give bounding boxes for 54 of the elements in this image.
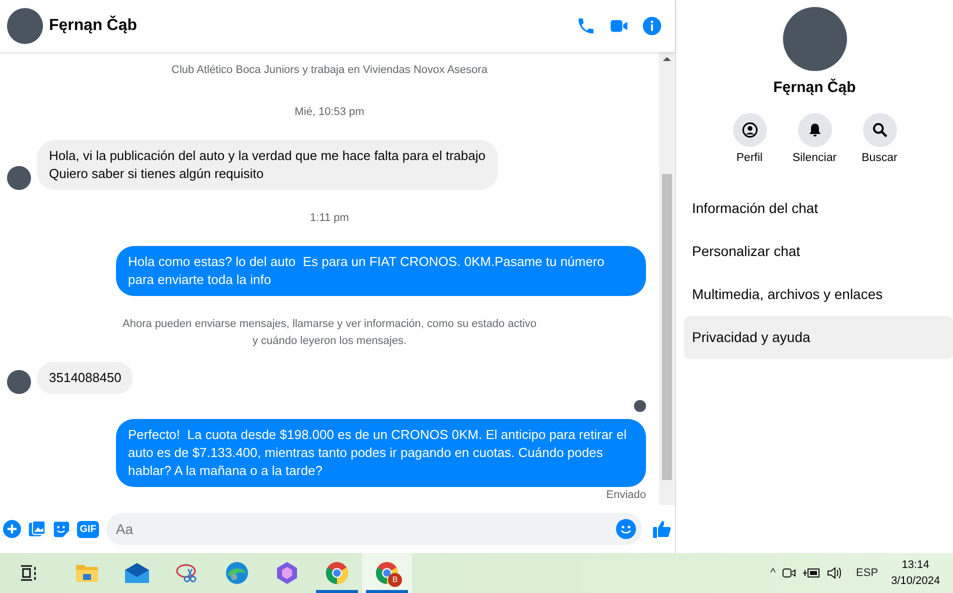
avatar bbox=[6, 8, 42, 44]
info-text: Ahora pueden enviarse mensajes, llamarse y ver información, como su estado activo y cuándo leyeron los mensajes. bbox=[122, 317, 538, 348]
sticker-button[interactable] bbox=[52, 520, 70, 538]
message-field[interactable]: Aa bbox=[106, 513, 642, 545]
image-button[interactable] bbox=[28, 520, 46, 538]
seen-avatar bbox=[634, 400, 646, 412]
profile-badge: B bbox=[388, 573, 402, 587]
plus-button[interactable] bbox=[3, 520, 22, 538]
taskbar-app-button[interactable]: B bbox=[362, 553, 412, 593]
folder-icon bbox=[75, 562, 99, 584]
search-button[interactable] bbox=[862, 112, 896, 146]
browser-swirl-icon bbox=[225, 561, 249, 585]
action-label: Silenciar bbox=[792, 150, 837, 166]
speaker-icon bbox=[827, 566, 844, 580]
bell-icon bbox=[806, 122, 822, 138]
menu-item[interactable]: Privacidad y ayuda bbox=[684, 316, 953, 358]
message-bubble: Perfecto! La cuota desde $198.000 es de un CRONOS 0KM. El anticipo para retirar el auto es de $7.133.400, mientras tanto podes ir pagando en cuotas. Cuándo podes hablar? A la mañana o a la tarde? bbox=[116, 418, 646, 486]
timestamp: 1:11 pm bbox=[309, 210, 350, 226]
clock-time: 13:14 bbox=[900, 558, 930, 572]
timestamp: Mié, 10:53 pm bbox=[294, 105, 366, 120]
menu-item[interactable]: Personalizar chat bbox=[684, 230, 953, 272]
emoji-button[interactable] bbox=[616, 519, 636, 539]
info-button[interactable] bbox=[642, 16, 662, 36]
message-bubble: Hola como estas? lo del auto Es para un FIAT CRONOS. 0KM.Pasame tu número para enviarte toda la info bbox=[116, 246, 646, 296]
action-label: Perfil bbox=[736, 150, 763, 166]
like-button[interactable] bbox=[652, 519, 672, 539]
message-bubble: 3514088450 bbox=[37, 362, 134, 394]
camera-icon bbox=[782, 566, 796, 580]
envelope-icon bbox=[124, 562, 150, 584]
chevron-button[interactable]: ^ bbox=[770, 564, 776, 582]
action-label: Buscar bbox=[862, 150, 898, 166]
message-bubble: Hola, vi la publicación del auto y la verdad que me hace falta para el trabajo Quiero saber si tienes algún requisito bbox=[37, 140, 498, 190]
info-text: Club Atlético Boca Juniors y trabaja en Viviendas Novox Asesora bbox=[170, 63, 488, 78]
avatar bbox=[6, 370, 30, 394]
contact-name: Fęrnąn Čąb bbox=[49, 14, 138, 36]
scrollbar[interactable] bbox=[659, 52, 675, 505]
battery-icon bbox=[802, 567, 821, 579]
avatar bbox=[6, 166, 30, 190]
person-circle-icon bbox=[742, 122, 758, 138]
chrome-logo-icon bbox=[325, 561, 349, 585]
language-button[interactable]: ESP bbox=[856, 564, 878, 582]
menu-item[interactable]: Información del chat bbox=[684, 186, 953, 230]
gif-button[interactable]: GIF bbox=[76, 520, 100, 538]
scissors-icon bbox=[175, 562, 199, 584]
message-status: Enviado bbox=[605, 488, 647, 503]
phone-button[interactable] bbox=[576, 16, 596, 36]
hexagon-logo-icon bbox=[276, 561, 298, 585]
menu-item[interactable]: Multimedia, archivos y enlaces bbox=[684, 272, 953, 316]
profile-name: Fęrnąn Čąb bbox=[772, 78, 857, 98]
person-circle-button[interactable] bbox=[732, 112, 766, 146]
search-icon bbox=[872, 122, 888, 138]
task-view-icon bbox=[19, 564, 39, 582]
bell-button[interactable] bbox=[798, 112, 832, 146]
clock-date: 3/10/2024 bbox=[891, 574, 940, 589]
